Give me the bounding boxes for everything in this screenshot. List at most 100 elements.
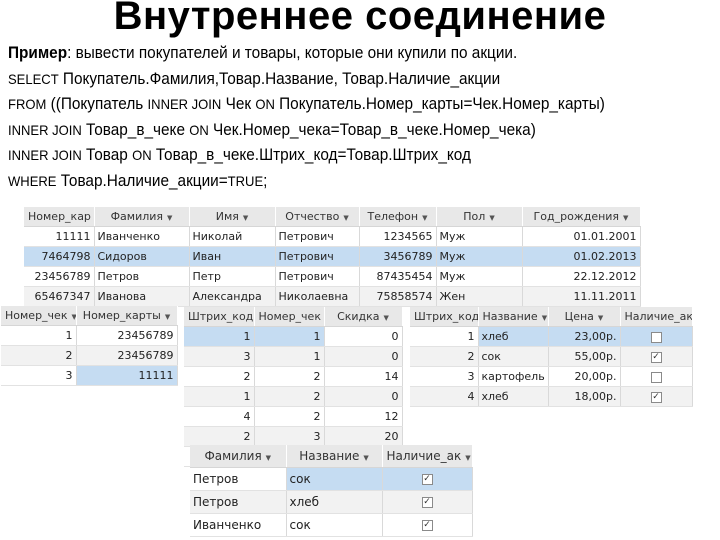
table-cell[interactable]: 65467347	[24, 286, 95, 307]
checkbox-cell[interactable]	[620, 366, 693, 387]
sort-dropdown-icon[interactable]: ▼	[266, 454, 271, 462]
table-cell[interactable]: 2	[184, 426, 255, 447]
table-cell[interactable]: 7464798	[24, 246, 95, 267]
table-row[interactable]: 2 23456789	[1, 345, 178, 366]
column-header[interactable]: Имя ▼	[189, 207, 276, 227]
table-cell[interactable]: картофель	[478, 366, 549, 387]
table-cell[interactable]: 87435454	[359, 266, 437, 287]
column-header[interactable]: Наличие_ак▼	[382, 445, 473, 468]
sort-dropdown-icon[interactable]: ▼	[465, 454, 470, 462]
column-header[interactable]: Отчество ▼	[275, 207, 360, 227]
table-row[interactable]: 110	[184, 326, 403, 347]
column-header[interactable]: Штрих_код▼	[410, 307, 479, 327]
table-cell[interactable]: 2	[254, 366, 325, 387]
column-header[interactable]: Телефон ▼	[359, 207, 437, 227]
column-header[interactable]: Фамилия ▼	[190, 445, 287, 468]
table-row[interactable]: 3 картофель 20,00р.	[410, 366, 693, 387]
column-header[interactable]: Цена ▼	[548, 307, 621, 327]
sort-dropdown-icon[interactable]: ▼	[363, 454, 368, 462]
checkbox-checked-icon[interactable]: ✓	[650, 391, 662, 403]
table-row[interactable]: 4 хлеб 18,00р. ✓	[410, 386, 693, 407]
table-cell[interactable]: 14	[324, 366, 403, 387]
table-row[interactable]: 4 2 12	[184, 406, 403, 427]
column-header[interactable]: Фамилия ▼	[94, 207, 190, 227]
table-cell[interactable]: 75858574	[359, 286, 437, 307]
table-cell[interactable]: Петров	[94, 266, 190, 287]
table-cell[interactable]: 1	[410, 326, 479, 347]
sort-dropdown-icon[interactable]: ▼	[167, 214, 172, 222]
table-cell[interactable]: 11.11.2011	[522, 286, 641, 307]
table-cell[interactable]: Петрович	[275, 226, 360, 247]
table-cell[interactable]: 1	[184, 386, 255, 407]
table-cell[interactable]: 3	[184, 346, 255, 367]
table-cell[interactable]: Муж	[436, 246, 523, 267]
checkbox-cell[interactable]: ✓	[620, 346, 693, 367]
table-cell[interactable]: Иванченко	[94, 226, 190, 247]
table-cell[interactable]: 0	[324, 326, 403, 347]
table-cell[interactable]: Муж	[436, 266, 523, 287]
table-cell[interactable]: хлеб	[286, 490, 383, 514]
column-header[interactable]: Наличие_ак▼	[620, 307, 693, 327]
table-cell[interactable]: 2	[1, 345, 77, 366]
table-row[interactable]: 120	[184, 386, 403, 407]
column-header[interactable]: Скидка ▼	[324, 307, 403, 327]
column-header[interactable]: Год_рождения ▼	[522, 207, 641, 227]
table-cell[interactable]: 3456789	[359, 246, 437, 267]
checkbox-checked-icon[interactable]: ✓	[421, 497, 433, 508]
table-cell[interactable]: 18,00р.	[548, 386, 621, 407]
checkbox-checked-icon[interactable]: ✓	[421, 520, 433, 531]
table-cell[interactable]: 1	[254, 326, 325, 347]
column-header[interactable]: Номер_кар▼	[24, 207, 95, 227]
sort-dropdown-icon[interactable]: ▼	[598, 314, 603, 322]
table-row[interactable]: 65467347 Иванова Александра Николаевна 75858…	[24, 286, 641, 307]
table-row[interactable]: 2 2 14	[184, 366, 403, 387]
table-row[interactable]: Иванченко сок ✓	[190, 513, 473, 537]
checkbox-unchecked-icon[interactable]	[650, 331, 662, 343]
table-cell[interactable]: Иван	[189, 246, 276, 267]
table-cell[interactable]: 11111	[76, 365, 178, 386]
checkbox-checked-icon[interactable]: ✓	[650, 351, 662, 363]
table-cell[interactable]: 23,00р.	[548, 326, 621, 347]
table-cell[interactable]: Иванченко	[190, 513, 287, 537]
column-header[interactable]: Название ▼	[478, 307, 549, 327]
checkbox-checked-icon[interactable]: ✓	[421, 474, 433, 485]
table-row[interactable]: 2 3 20	[184, 426, 403, 447]
table-cell[interactable]: 1	[184, 326, 255, 347]
sort-dropdown-icon[interactable]: ▼	[343, 214, 348, 222]
table-cell[interactable]: хлеб	[478, 386, 549, 407]
table-cell[interactable]: Иванова	[94, 286, 190, 307]
table-cell[interactable]: Сидоров	[94, 246, 190, 267]
table-cell[interactable]: 2	[254, 406, 325, 427]
table-row[interactable]: 310	[184, 346, 403, 367]
table-cell[interactable]: хлеб	[478, 326, 549, 347]
sort-dropdown-icon[interactable]: ▼	[623, 214, 628, 222]
table-cell[interactable]: 11111	[24, 226, 95, 247]
table-cell[interactable]: 01.02.2013	[522, 246, 641, 267]
table-cell[interactable]: 0	[324, 386, 403, 407]
checkbox-cell[interactable]: ✓	[382, 467, 473, 491]
table-cell[interactable]: 2	[410, 346, 479, 367]
table-cell[interactable]: Петр	[189, 266, 276, 287]
table-cell[interactable]: 3	[410, 366, 479, 387]
table-cell[interactable]: 20	[324, 426, 403, 447]
column-header[interactable]: Номер_карты ▼	[76, 306, 178, 326]
sort-dropdown-icon[interactable]: ▼	[243, 214, 248, 222]
table-cell[interactable]: 55,00р.	[548, 346, 621, 367]
table-cell[interactable]: 3	[1, 365, 77, 386]
table-row[interactable]: 7464798 Сидоров Иван Петрович 3456789 Муж 01.0…	[24, 246, 641, 267]
table-cell[interactable]: 4	[184, 406, 255, 427]
table-row[interactable]: Петров сок ✓	[190, 467, 473, 491]
table-cell[interactable]: 22.12.2012	[522, 266, 641, 287]
table-cell[interactable]: Петрович	[275, 246, 360, 267]
table-cell[interactable]: 2	[184, 366, 255, 387]
table-cell[interactable]: Петрович	[275, 266, 360, 287]
checkbox-unchecked-icon[interactable]	[650, 371, 662, 383]
table-cell[interactable]: Петров	[190, 490, 287, 514]
column-header[interactable]: Номер_чек▼	[254, 307, 325, 327]
table-cell[interactable]: 01.01.2001	[522, 226, 641, 247]
table-cell[interactable]: 20,00р.	[548, 366, 621, 387]
table-row[interactable]: 11111 Иванченко Николай Петрович 1234565 Муж 0…	[24, 226, 641, 247]
column-header[interactable]: Штрих_код▼	[184, 307, 255, 327]
table-cell[interactable]: 1	[1, 325, 77, 346]
table-cell[interactable]: сок	[478, 346, 549, 367]
